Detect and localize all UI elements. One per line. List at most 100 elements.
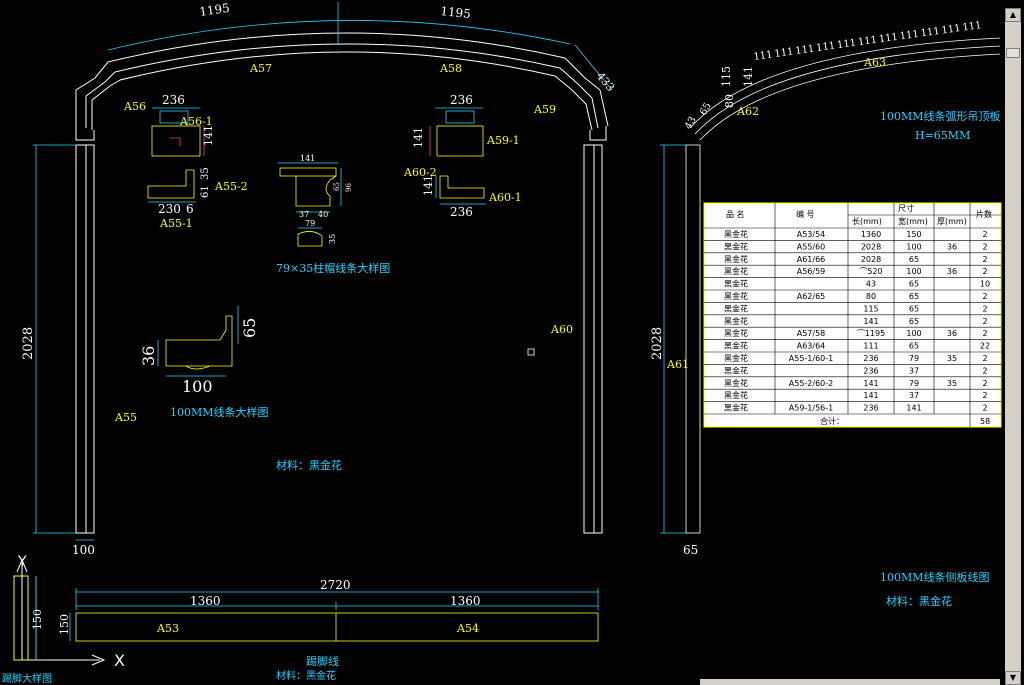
a59-1-width: 236 (450, 93, 473, 107)
line100-title: 100MM线条大样图 (170, 405, 269, 419)
table-cell: 236 (863, 404, 878, 413)
pillar-cap-dim-35: 35 (328, 234, 337, 244)
table-cell: 79 (909, 354, 919, 363)
scroll-down-button[interactable]: ▼ (1005, 671, 1021, 685)
table-cell: A56/59 (797, 267, 826, 276)
label-a58: A58 (439, 62, 462, 75)
a55-1-dim-230: 230 (158, 202, 181, 216)
th-code: 编 号 (796, 209, 815, 219)
table-cell: 65 (909, 342, 919, 351)
pillar-cap-dim-65: 65 (333, 182, 341, 191)
right-pillar-width: 65 (683, 543, 698, 557)
table-cell: 141 (863, 379, 878, 388)
table-cell: 2 (982, 404, 987, 413)
table-cell: A55-2/60-2 (789, 379, 833, 388)
label-a56: A56 (123, 100, 146, 113)
table-cell: 36 (947, 267, 957, 276)
base-label-a54: A54 (456, 622, 479, 635)
material-left: 材料：黑金花 (276, 458, 342, 472)
right-title-1: 100MM线条弧形吊顶板 (880, 109, 1001, 123)
axis-x-label: X (114, 651, 125, 670)
corner-title: 踢脚大样图 (2, 672, 52, 685)
table-cell: 2 (982, 366, 987, 375)
table-cell: 黑金花 (724, 403, 748, 413)
label-a59: A59 (533, 103, 556, 116)
pillar-cap-dim-141: 141 (300, 154, 315, 163)
total-label: 合计： (820, 416, 844, 426)
line100-h65: 65 (240, 318, 259, 338)
table-cell: 35 (947, 379, 957, 388)
table-cell: 141 (863, 317, 878, 326)
table-cell: 100 (906, 242, 921, 251)
label-a62: A62 (736, 105, 759, 118)
table-cell: 37 (909, 366, 919, 375)
table-cell: A63/64 (797, 342, 826, 351)
base-label-a53: A53 (156, 622, 179, 635)
table-cell: 黑金花 (724, 303, 748, 313)
axis-y-label: Y (17, 554, 27, 570)
table-cell: 43 (866, 280, 876, 289)
right-pillar-height: 2028 (650, 327, 665, 360)
a56-1-height: 141 (202, 125, 215, 146)
table-cell: 236 (863, 354, 878, 363)
horizontal-scrollbar[interactable] (700, 679, 1000, 685)
table-cell: 黑金花 (724, 291, 748, 301)
table-cell: 2 (982, 354, 987, 363)
table-cell: 黑金花 (724, 241, 748, 251)
base-left: 1360 (190, 594, 221, 608)
table-cell: 2 (982, 304, 987, 313)
table-cell: 2 (982, 391, 987, 400)
table-cell: 65 (909, 317, 919, 326)
table-cell: 2 (982, 329, 987, 338)
cad-drawing-canvas[interactable]: 1195 1195 433 A57 A58 A56 A59 A55 A60 20… (0, 0, 1024, 685)
bom-table: 品 名 编 号 尺寸 长(mm) 宽(mm) 厚(mm) 片数 黑金花 A53/5… (703, 202, 1002, 428)
table-cell: A61/66 (797, 255, 826, 264)
table-cell: 2 (982, 379, 987, 388)
dim-80: 80 (723, 94, 736, 108)
a59-1-height: 141 (412, 127, 425, 148)
scroll-up-button[interactable]: ▲ (1005, 8, 1021, 22)
right-bottom-material: 材料：黑金花 (886, 594, 952, 608)
pillar-cap-dim-40: 40 (318, 210, 328, 219)
label-a61: A61 (666, 358, 689, 371)
table-cell: 2 (982, 267, 987, 276)
right-title-2: H=65MM (915, 129, 970, 142)
table-cell: 10 (980, 280, 990, 289)
vertical-scrollbar[interactable]: ▲ ▼ (1005, 8, 1021, 685)
scroll-thumb[interactable] (1006, 48, 1020, 58)
a55-1-label: A55-1 (159, 217, 193, 230)
table-cell: 2028 (861, 242, 881, 251)
a55-2-dim-35: 35 (200, 167, 211, 180)
a60-1-label: A60-1 (488, 191, 522, 204)
base-title: 踢脚线 (306, 654, 339, 668)
total-value: 58 (980, 417, 990, 426)
th-thk: 厚(mm) (937, 217, 967, 226)
table-cell: 黑金花 (724, 316, 748, 326)
a56-1-width: 236 (162, 93, 185, 107)
table-cell: 黑金花 (724, 254, 748, 264)
table-cell: ⌒520 (859, 267, 882, 276)
table-cell: 黑金花 (724, 229, 748, 239)
table-cell: 黑金花 (724, 365, 748, 375)
table-cell: 150 (906, 230, 921, 239)
a55-2-dim-61: 61 (200, 185, 211, 198)
right-bottom-title: 100MM线条侧板线图 (880, 570, 990, 584)
a55-2-label: A55-2 (214, 180, 248, 193)
pillar-cap-title: 79×35柱帽线条大样图 (276, 261, 390, 275)
table-cell: 黑金花 (724, 353, 748, 363)
table-cell: 100 (906, 267, 921, 276)
table-cell: 141 (863, 391, 878, 400)
table-cell: 2 (982, 255, 987, 264)
table-cell: 黑金花 (724, 390, 748, 400)
table-cell: 黑金花 (724, 279, 748, 289)
th-qty: 片数 (976, 209, 992, 219)
table-cell: 2028 (861, 255, 881, 264)
table-cell: 236 (863, 366, 878, 375)
table-cell: 80 (866, 292, 876, 301)
dim-115: 115 (720, 66, 733, 87)
th-size: 尺寸 (898, 203, 914, 213)
pillar-cap-dim-96: 96 (345, 183, 353, 192)
table-cell: A59-1/56-1 (789, 404, 833, 413)
table-cell: 22 (980, 342, 990, 351)
table-cell: 36 (947, 329, 957, 338)
